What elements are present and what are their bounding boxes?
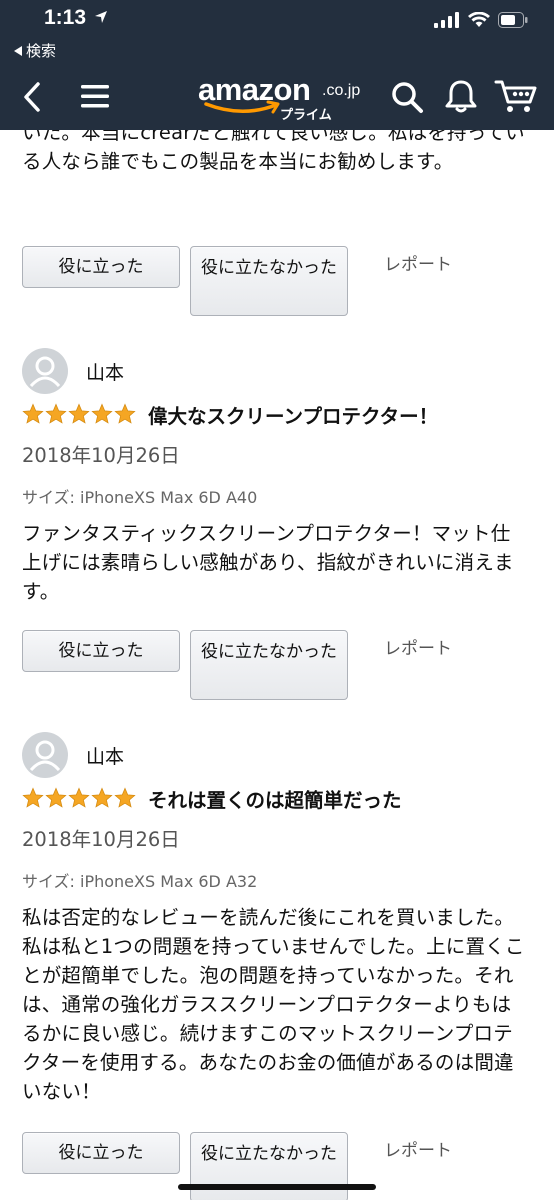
- star-icon: [22, 787, 44, 808]
- user-silhouette-icon: [29, 356, 61, 388]
- back-to-app-link[interactable]: 検索: [14, 40, 56, 61]
- signal-icon: [434, 12, 459, 28]
- star-icon: [68, 787, 90, 808]
- notification-bell-icon[interactable]: [444, 78, 478, 114]
- star-icon: [45, 403, 67, 424]
- prev-review-actions: 役に立った 役に立たなかった レポート: [22, 246, 542, 318]
- avatar: [22, 348, 68, 394]
- review-username[interactable]: 山本: [86, 358, 124, 385]
- status-time: 1:13: [44, 6, 87, 29]
- not-helpful-button[interactable]: 役に立たなかった: [190, 630, 348, 700]
- star-rating: [22, 787, 136, 809]
- review-date: 2018年10月26日: [22, 444, 180, 467]
- review-title[interactable]: それは置くのは超簡単だった: [148, 784, 402, 813]
- cart-icon[interactable]: [494, 78, 538, 114]
- star-icon: [22, 403, 44, 424]
- logo-smile-arrow-icon: [204, 100, 280, 114]
- logo-domain-text: .co.jp: [322, 82, 361, 99]
- reviews-content: いた。本当にcrearだと触れて良い感じ。私はを持っている人なら誰でもこの製品を…: [0, 130, 554, 1200]
- review-body: 私は否定的なレビューを読んだ後にこれを買いました。私は私と1つの問題を持っていま…: [22, 906, 525, 1103]
- prev-review-body: いた。本当にcrearだと触れて良い感じ。私はを持っている人なら誰でもこの製品を…: [22, 130, 525, 173]
- report-link[interactable]: レポート: [384, 250, 452, 275]
- nav-bar: amazon .co.jp プライム: [0, 64, 554, 130]
- helpful-button[interactable]: 役に立った: [22, 246, 180, 288]
- hamburger-menu-icon[interactable]: [80, 82, 110, 110]
- star-rating: [22, 403, 136, 425]
- report-link[interactable]: レポート: [384, 1136, 452, 1161]
- app-header: 1:13 検索 amazon .co.jp プライム: [0, 0, 554, 130]
- amazon-prime-logo[interactable]: amazon .co.jp プライム: [198, 72, 363, 123]
- review-variant: サイズ: iPhoneXS Max 6D A32: [22, 872, 258, 891]
- star-icon: [91, 787, 113, 808]
- review-date: 2018年10月26日: [22, 828, 180, 851]
- back-chevron-icon[interactable]: [18, 80, 48, 114]
- home-indicator[interactable]: [178, 1184, 376, 1190]
- avatar: [22, 732, 68, 778]
- battery-icon: [498, 12, 528, 28]
- wifi-icon: [468, 12, 490, 27]
- review-username[interactable]: 山本: [86, 742, 124, 769]
- star-icon: [45, 787, 67, 808]
- review-title[interactable]: 偉大なスクリーンプロテクター！: [148, 400, 438, 429]
- star-icon: [114, 403, 136, 424]
- search-icon[interactable]: [390, 80, 424, 114]
- review-actions: 役に立った 役に立たなかった レポート: [22, 630, 542, 702]
- star-icon: [91, 403, 113, 424]
- status-indicators: [434, 12, 528, 28]
- logo-prime-text: プライム: [280, 108, 332, 123]
- status-bar: 1:13 検索: [0, 0, 554, 60]
- review-variant: サイズ: iPhoneXS Max 6D A40: [22, 488, 258, 507]
- review-body: ファンタスティックスクリーンプロテクター！マット仕上げには素晴らしい感触があり、…: [22, 522, 514, 603]
- user-silhouette-icon: [29, 740, 61, 772]
- location-arrow-icon: [95, 11, 107, 23]
- star-icon: [114, 787, 136, 808]
- helpful-button[interactable]: 役に立った: [22, 1132, 180, 1174]
- report-link[interactable]: レポート: [384, 634, 452, 659]
- helpful-button[interactable]: 役に立った: [22, 630, 180, 672]
- star-icon: [68, 403, 90, 424]
- back-app-label: 検索: [26, 42, 57, 60]
- not-helpful-button[interactable]: 役に立たなかった: [190, 246, 348, 316]
- back-triangle-icon: [14, 45, 22, 56]
